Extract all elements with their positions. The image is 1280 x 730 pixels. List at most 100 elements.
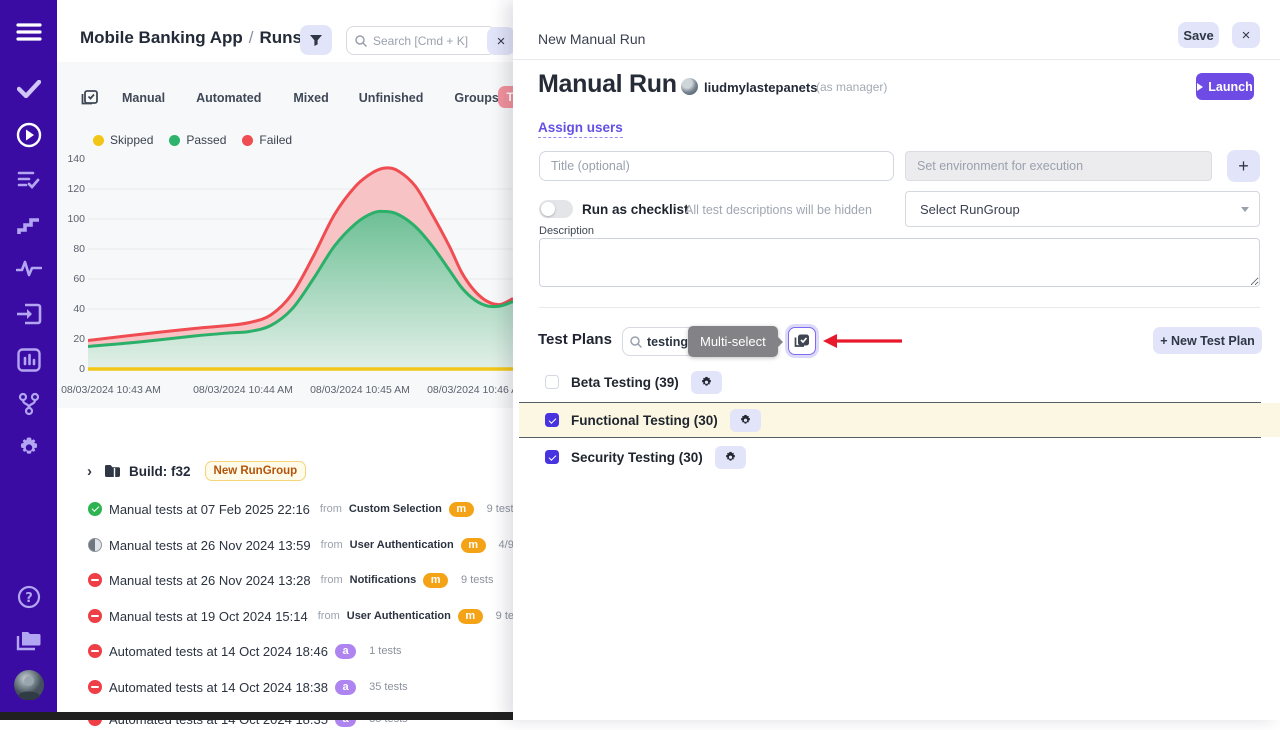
multi-select-tooltip: Multi-select xyxy=(688,326,778,357)
tab-automated[interactable]: Automated xyxy=(196,91,261,105)
description-textarea[interactable] xyxy=(539,238,1260,287)
panel-header: New Manual Run Save × xyxy=(513,0,1280,60)
projects-icon[interactable] xyxy=(0,630,57,652)
close-panel-button[interactable]: × xyxy=(1232,22,1260,48)
save-button[interactable]: Save xyxy=(1178,22,1219,48)
select-all-icon[interactable] xyxy=(81,90,98,107)
chevron-right-icon[interactable]: › xyxy=(87,463,92,480)
gear-icon xyxy=(724,451,737,464)
tab-mixed[interactable]: Mixed xyxy=(293,91,328,105)
search-input[interactable] xyxy=(373,34,478,48)
test-plan-row[interactable]: Functional Testing (30) xyxy=(519,403,1280,437)
annotation-arrow xyxy=(822,333,904,349)
y-tick: 100 xyxy=(61,213,85,225)
assign-users-link[interactable]: Assign users xyxy=(538,120,623,138)
run-tabs: Manual Automated Mixed Unfinished Groups xyxy=(81,86,511,110)
tab-manual[interactable]: Manual xyxy=(122,91,165,105)
checklist-hint: All test descriptions will be hidden xyxy=(685,203,872,217)
run-as-checklist-toggle[interactable] xyxy=(539,200,573,218)
checklist-label: Run as checklist xyxy=(582,202,689,217)
manual-badge: m xyxy=(423,573,448,588)
manager-role: (as manager) xyxy=(816,80,887,94)
gear-icon[interactable] xyxy=(0,436,57,460)
y-tick: 60 xyxy=(61,273,85,285)
panel-title: New Manual Run xyxy=(538,31,645,47)
environment-input[interactable] xyxy=(905,151,1212,181)
plan-checkbox[interactable] xyxy=(545,375,559,389)
plan-checkbox[interactable] xyxy=(545,450,559,464)
checklist-icon[interactable] xyxy=(0,170,57,190)
window-bottom-strip xyxy=(0,712,513,720)
breadcrumb-project[interactable]: Mobile Banking App xyxy=(80,28,243,47)
manual-badge: m xyxy=(458,609,483,624)
runs-panel: Mobile Banking App/Runs × Manual Automate… xyxy=(57,0,513,712)
description-label: Description xyxy=(539,225,594,237)
search-box[interactable] xyxy=(346,26,496,55)
play-icon xyxy=(1197,83,1203,91)
run-row[interactable]: Manual tests at 26 Nov 2024 13:59fromUse… xyxy=(88,534,540,556)
runs-area-chart xyxy=(88,160,513,374)
automated-badge: a xyxy=(335,644,356,659)
activity-icon[interactable] xyxy=(0,259,57,277)
status-passed-icon xyxy=(88,502,102,516)
plan-checkbox[interactable] xyxy=(545,413,559,427)
plan-settings-button[interactable] xyxy=(691,371,722,394)
legend-passed: Passed xyxy=(169,133,226,147)
import-icon[interactable] xyxy=(0,303,57,325)
tab-groups[interactable]: Groups xyxy=(454,91,498,105)
manager-username[interactable]: liudmylastepanets xyxy=(704,80,817,95)
app-sidebar: ? xyxy=(0,0,57,712)
close-search-button[interactable]: × xyxy=(487,27,515,55)
legend-skipped: Skipped xyxy=(93,133,153,147)
rungroup-label[interactable]: Build: f32 xyxy=(129,464,191,479)
menu-icon[interactable] xyxy=(0,22,57,42)
search-icon xyxy=(630,336,642,348)
gear-icon xyxy=(700,376,713,389)
status-in-progress-icon xyxy=(88,538,102,552)
gear-icon xyxy=(739,414,752,427)
chevron-down-icon xyxy=(1241,207,1249,212)
status-failed-icon xyxy=(88,609,102,623)
add-environment-button[interactable]: + xyxy=(1227,150,1260,182)
new-test-plan-button[interactable]: + New Test Plan xyxy=(1153,327,1262,354)
run-row[interactable]: Automated tests at 14 Oct 2024 18:46a1 t… xyxy=(88,640,402,662)
multi-select-button[interactable] xyxy=(788,327,816,355)
test-plans-heading: Test Plans xyxy=(538,331,612,348)
plan-settings-button[interactable] xyxy=(730,409,761,432)
status-failed-icon xyxy=(88,644,102,658)
y-tick: 140 xyxy=(61,153,85,165)
play-icon[interactable] xyxy=(0,122,57,148)
svg-text:?: ? xyxy=(25,591,33,606)
run-title: Manual Run xyxy=(538,70,677,99)
steps-icon[interactable] xyxy=(0,215,57,235)
manual-badge: m xyxy=(461,538,486,553)
y-tick: 120 xyxy=(61,183,85,195)
tab-unfinished[interactable]: Unfinished xyxy=(359,91,424,105)
branch-icon[interactable] xyxy=(0,392,57,416)
analytics-icon[interactable] xyxy=(0,348,57,372)
breadcrumb-page: Runs xyxy=(260,28,303,47)
check-icon[interactable] xyxy=(0,80,57,98)
run-row[interactable]: Manual tests at 19 Oct 2024 15:14fromUse… xyxy=(88,605,578,627)
folder-icon xyxy=(104,464,121,478)
filter-button[interactable] xyxy=(300,25,332,55)
test-plan-row[interactable]: Beta Testing (39) xyxy=(513,368,1280,396)
rungroup-row[interactable]: › Build: f32 New RunGroup xyxy=(87,461,306,481)
test-plan-row[interactable]: Security Testing (30) xyxy=(513,441,1280,473)
plan-settings-button[interactable] xyxy=(715,446,746,469)
chart-legend: Skipped Passed Failed xyxy=(93,133,292,147)
run-row[interactable]: Manual tests at 07 Feb 2025 22:16fromCus… xyxy=(88,498,519,520)
run-row[interactable]: Manual tests at 26 Nov 2024 13:28fromNot… xyxy=(88,569,493,591)
launch-button[interactable]: Launch xyxy=(1196,73,1254,100)
rungroup-select[interactable]: Select RunGroup xyxy=(905,191,1260,227)
new-manual-run-panel: New Manual Run Save × Manual Run liudmyl… xyxy=(513,0,1280,720)
automated-badge: a xyxy=(335,680,356,695)
legend-failed: Failed xyxy=(242,133,292,147)
user-avatar[interactable] xyxy=(0,670,57,700)
help-icon[interactable]: ? xyxy=(0,585,57,609)
breadcrumb: Mobile Banking App/Runs xyxy=(80,28,302,48)
run-title-input[interactable] xyxy=(539,151,894,181)
run-row[interactable]: Automated tests at 14 Oct 2024 18:38a35 … xyxy=(88,676,408,698)
status-failed-icon xyxy=(88,680,102,694)
funnel-icon xyxy=(309,34,323,47)
